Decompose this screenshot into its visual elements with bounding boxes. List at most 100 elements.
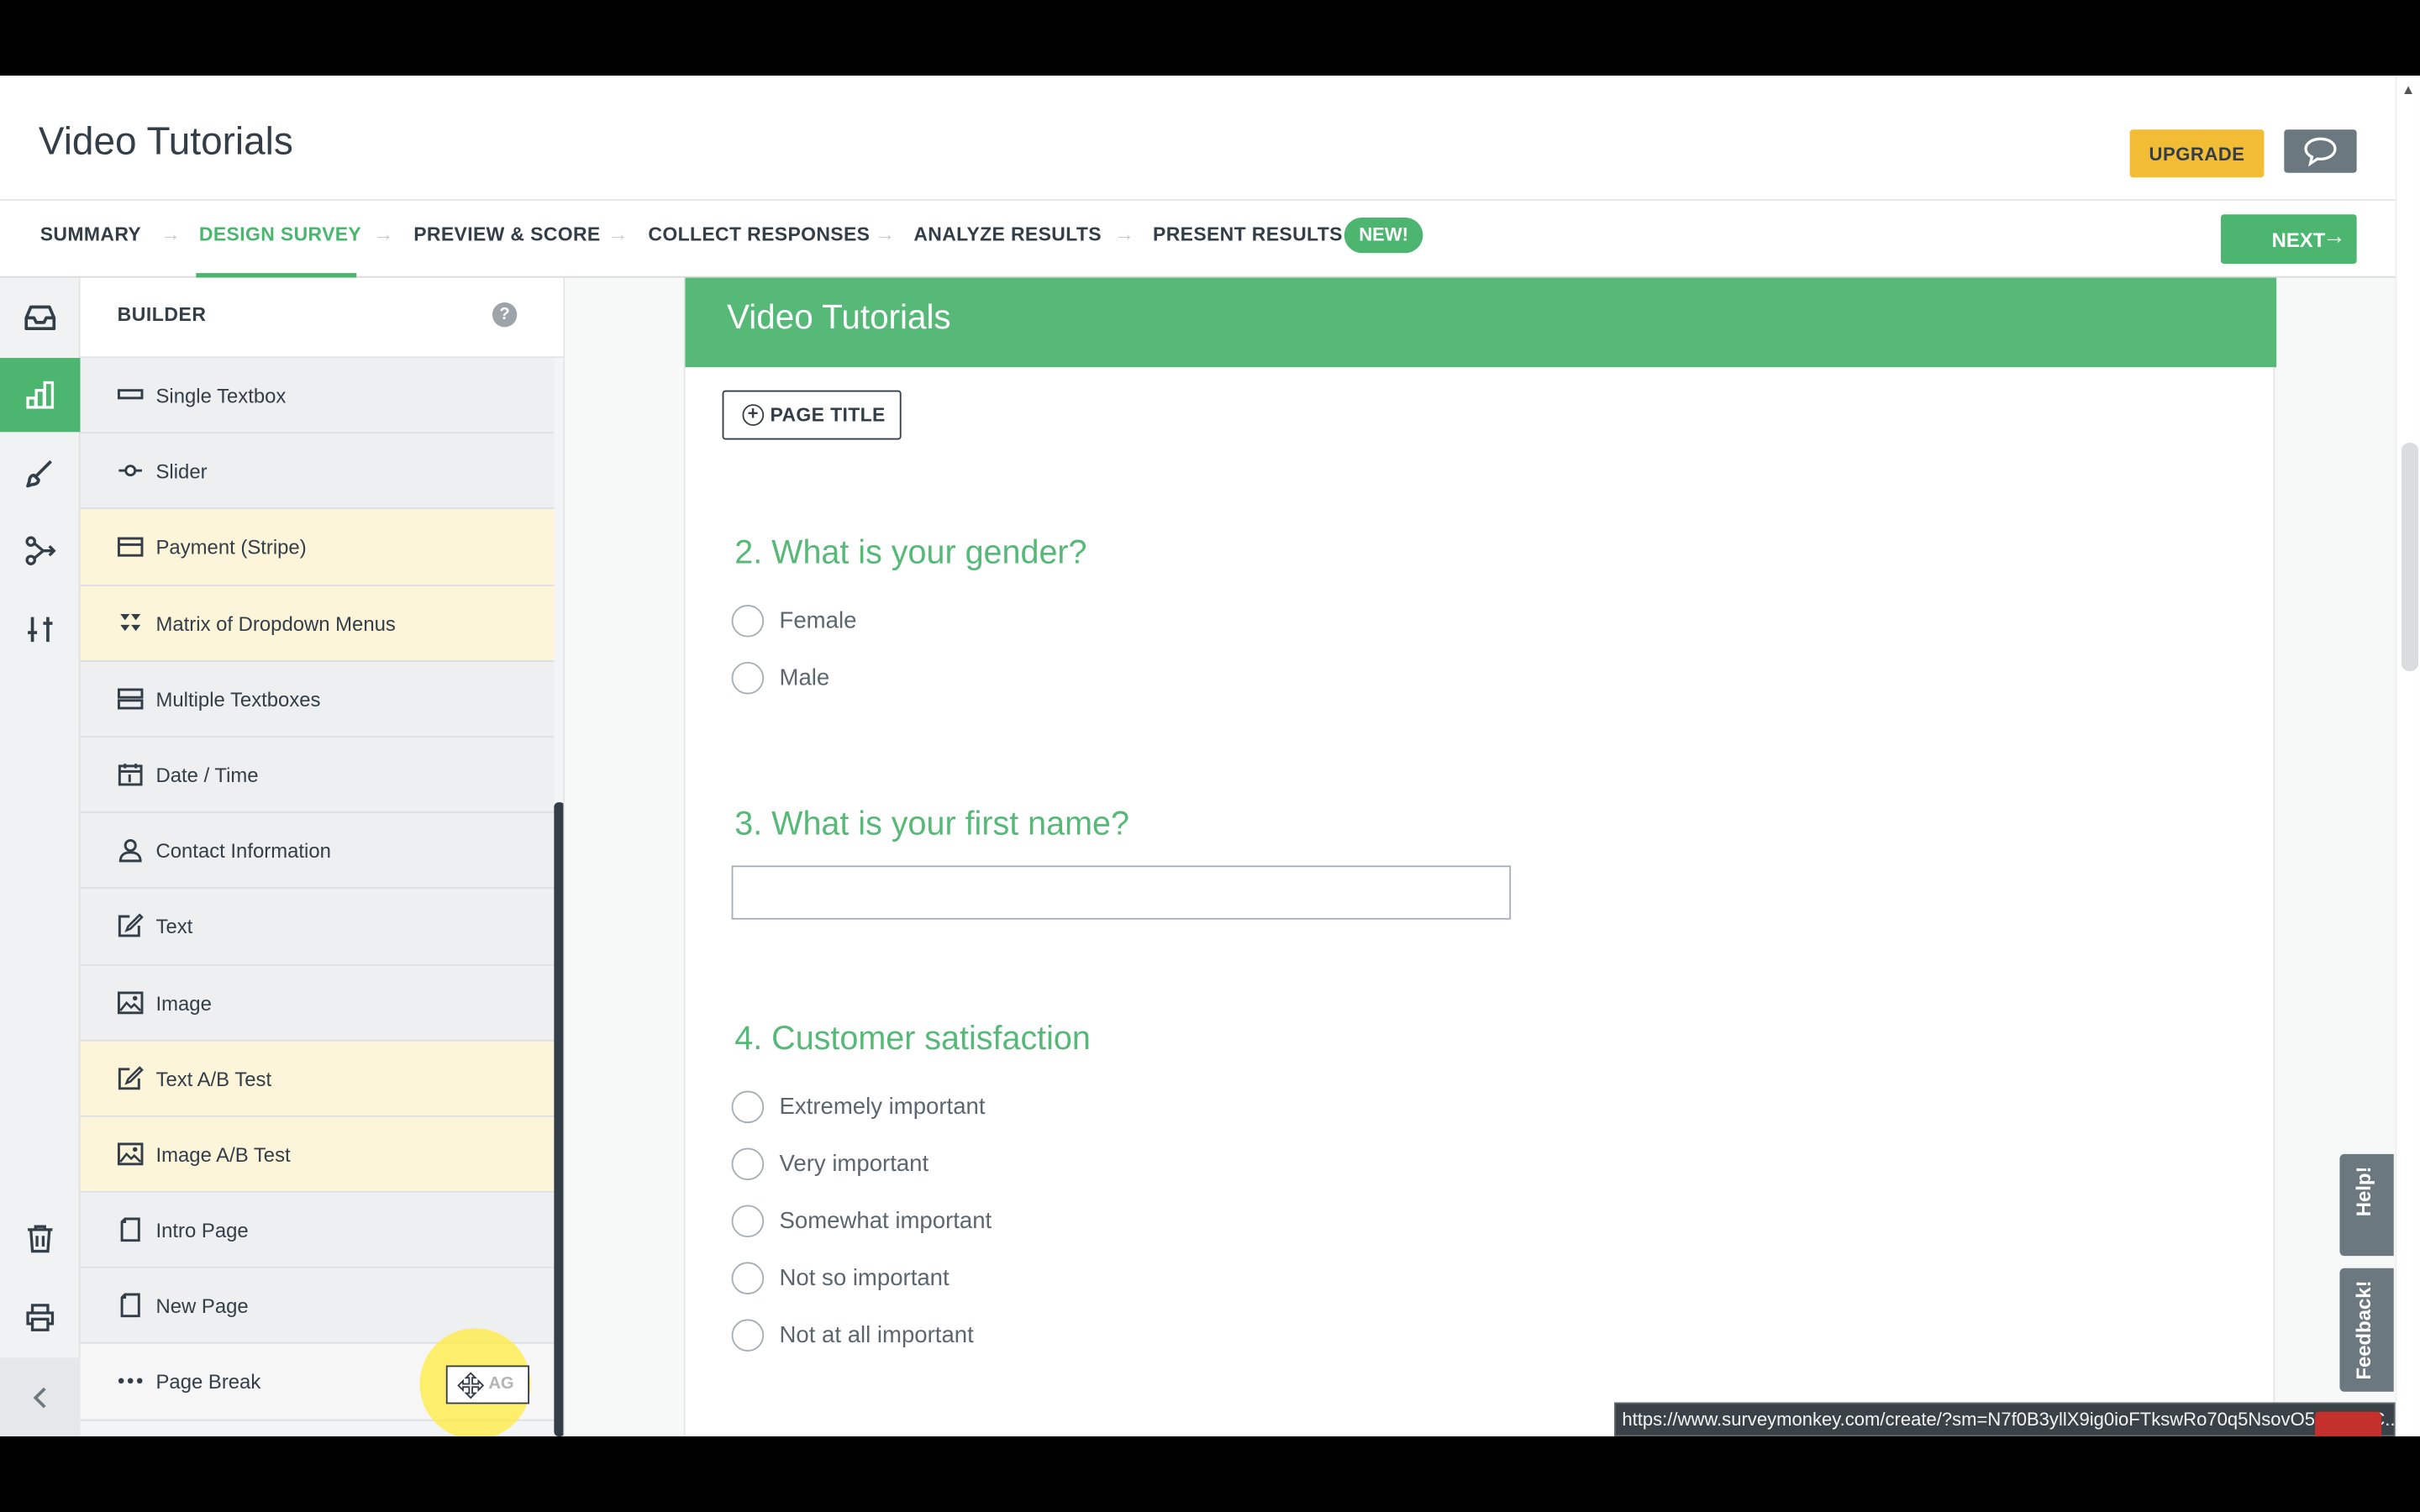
ellipsis-icon	[118, 1369, 144, 1394]
builder-header: BUILDER ?	[80, 277, 564, 359]
builder-panel: BUILDER ? Single Textbox Slider Payment (S…	[80, 277, 566, 1436]
page-scrollbar-thumb[interactable]	[2401, 443, 2419, 671]
rail-logic-button[interactable]	[0, 514, 81, 588]
brush-icon	[26, 459, 52, 488]
image-icon	[117, 990, 144, 1014]
builder-item-text[interactable]: Text	[80, 889, 555, 965]
tab-analyze-results[interactable]: ANALYZE RESULTS	[913, 223, 1102, 245]
help-tab[interactable]: Help!	[2339, 1153, 2394, 1257]
next-button[interactable]: NEXT →	[2221, 214, 2357, 265]
slider-icon	[118, 459, 144, 483]
survey-canvas: Video Tutorials + PAGE TITLE 2. What is y…	[565, 277, 2396, 1436]
option-label: Very important	[779, 1151, 929, 1178]
calendar-icon	[118, 762, 144, 786]
builder-item-label: Page Break	[155, 1370, 261, 1394]
builder-item-single-textbox[interactable]: Single Textbox	[80, 358, 555, 434]
contact-person-icon	[118, 838, 144, 863]
feedback-tab[interactable]: Feedback!	[2339, 1268, 2394, 1392]
header: Video Tutorials UPGRADE	[0, 75, 2396, 199]
radio-button[interactable]	[731, 1090, 765, 1124]
survey-title[interactable]: Video Tutorials	[39, 120, 293, 165]
builder-item-intro-page[interactable]: Intro Page	[80, 1192, 555, 1269]
builder-item-payment-stripe[interactable]: Payment (Stripe)	[80, 509, 555, 586]
builder-item-label: New Page	[155, 1294, 249, 1319]
builder-scrollbar[interactable]	[554, 802, 564, 1436]
option-label: Somewhat important	[779, 1208, 992, 1235]
rail-builder-button[interactable]	[0, 358, 81, 433]
radio-button[interactable]	[731, 1205, 765, 1238]
survey-designer-app: Video Tutorials UPGRADE SUMMARY → DESIGN…	[0, 75, 2420, 1436]
rail-print-button[interactable]	[0, 1280, 81, 1354]
left-icon-rail	[0, 277, 81, 1436]
builder-item-label: Image	[155, 991, 212, 1015]
radio-button[interactable]	[731, 604, 765, 638]
payment-card-icon	[117, 534, 144, 559]
top-black-bar	[0, 0, 2420, 76]
chat-button[interactable]	[2284, 129, 2357, 173]
tab-present-results[interactable]: PRESENT RESULTS	[1153, 223, 1343, 245]
builder-item-label: Matrix of Dropdown Menus	[155, 612, 396, 635]
radio-button[interactable]	[731, 1262, 765, 1294]
logic-icon	[25, 536, 56, 565]
step-arrow-icon: →	[160, 222, 181, 246]
builder-item-label: Image A/B Test	[155, 1142, 291, 1167]
builder-item-image[interactable]: Image	[80, 964, 555, 1042]
help-tab-label: Help!	[2352, 1166, 2375, 1217]
builder-item-label: Date / Time	[155, 764, 259, 787]
builder-item-label: Single Textbox	[155, 384, 287, 407]
step-navigation: SUMMARY → DESIGN SURVEY → PREVIEW & SCOR…	[0, 198, 2396, 278]
builder-item-matrix-of-dropdown-menus[interactable]: Matrix of Dropdown Menus	[80, 585, 555, 662]
question-title-gender[interactable]: 2. What is your gender?	[734, 533, 1086, 572]
tab-collect-responses[interactable]: COLLECT RESPONSES	[648, 223, 870, 245]
question-title-customer-satisfaction[interactable]: 4. Customer satisfaction	[734, 1020, 1091, 1058]
rail-options-button[interactable]	[0, 592, 81, 666]
first-name-input[interactable]	[731, 865, 1512, 920]
bottom-black-bar	[0, 1436, 2420, 1512]
plus-circle-icon: +	[742, 404, 765, 426]
page-icon	[118, 1217, 144, 1242]
tab-design-survey[interactable]: DESIGN SURVEY	[199, 223, 361, 245]
builder-item-contact-information[interactable]: Contact Information	[80, 813, 555, 890]
builder-item-text-a-b-test[interactable]: Text A/B Test	[80, 1041, 555, 1117]
multiple-textboxes-icon	[117, 686, 144, 711]
option-label: Not at all important	[779, 1322, 974, 1349]
text-edit-icon	[118, 1065, 144, 1090]
option-label: Extremely important	[779, 1094, 986, 1121]
builder-item-page-break[interactable]: Page Break AG	[80, 1329, 555, 1436]
page-title-label: PAGE TITLE	[770, 404, 886, 426]
rail-inbox-button[interactable]	[0, 281, 81, 354]
move-cursor-icon	[457, 1373, 485, 1400]
radio-button[interactable]	[731, 1147, 765, 1181]
options-icon	[28, 617, 53, 643]
question-help-icon[interactable]: ?	[492, 302, 518, 328]
tab-preview-score[interactable]: PREVIEW & SCORE	[413, 223, 600, 245]
builder-item-label: Intro Page	[155, 1219, 249, 1242]
trash-icon	[28, 1225, 53, 1253]
builder-item-image-a-b-test[interactable]: Image A/B Test	[80, 1116, 555, 1193]
builder-item-label: Text	[155, 915, 193, 939]
tab-summary[interactable]: SUMMARY	[40, 223, 141, 245]
rail-trash-button[interactable]	[0, 1202, 81, 1276]
radio-button[interactable]	[731, 661, 765, 695]
single-textbox-icon	[117, 383, 144, 407]
option-label: Not so important	[779, 1265, 950, 1292]
page-banner: Video Tutorials	[685, 277, 2277, 368]
collapse-sidebar-button[interactable]	[0, 1357, 81, 1436]
builder-item-date-time[interactable]: Date / Time	[80, 737, 555, 814]
option-label: Male	[779, 664, 830, 691]
rail-design-button[interactable]	[0, 437, 81, 511]
builder-item-slider[interactable]: Slider	[80, 433, 555, 510]
feedback-tab-label: Feedback!	[2352, 1280, 2375, 1380]
upgrade-button[interactable]: UPGRADE	[2129, 129, 2265, 178]
builder-icon	[26, 381, 55, 409]
question-title-first-name[interactable]: 3. What is your first name?	[734, 806, 1129, 844]
page-scrollbar[interactable]: ▲	[2395, 75, 2420, 1436]
arrow-right-icon: →	[2323, 223, 2346, 250]
scroll-up-arrow-icon[interactable]: ▲	[2402, 81, 2415, 97]
builder-item-multiple-textboxes[interactable]: Multiple Textboxes	[80, 661, 555, 738]
add-page-title-button[interactable]: + PAGE TITLE	[722, 390, 902, 440]
step-arrow-icon: →	[373, 222, 394, 246]
radio-button[interactable]	[731, 1319, 765, 1352]
page-banner-title[interactable]: Video Tutorials	[727, 297, 951, 338]
page-icon	[118, 1293, 144, 1318]
